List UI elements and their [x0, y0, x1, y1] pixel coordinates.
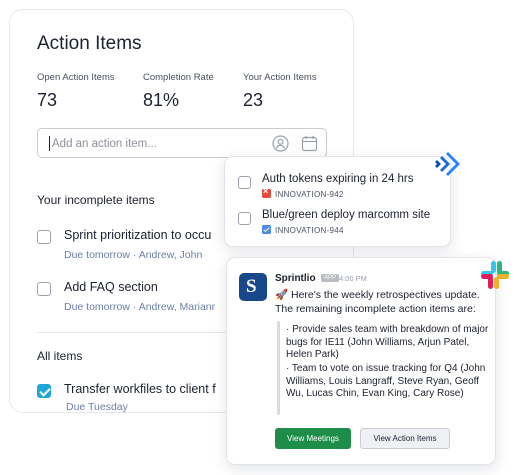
stat-your-action-items: Your Action Items 23 [243, 72, 317, 111]
stat-value: 73 [37, 90, 58, 110]
issue-key[interactable]: INNOVATION-944 [262, 225, 344, 235]
jira-logo-icon [435, 152, 460, 176]
item-meta: Due tomorrow · Andrew, Marianr [64, 301, 216, 313]
issue-title[interactable]: Blue/green deploy marcomm site [262, 209, 430, 221]
message-intro: 🚀 Here's the weekly retrospectives updat… [275, 289, 480, 315]
item-meta: Due tomorrow · Andrew, John [64, 249, 203, 261]
item-checkbox[interactable] [37, 230, 51, 244]
slack-message-card: Sprintlio APP 4:00 PM 🚀 Here's the weekl… [226, 257, 496, 465]
text-caret [49, 136, 50, 151]
item-checkbox[interactable] [37, 282, 51, 296]
quote-item: · Provide sales team with breakdown of m… [286, 324, 489, 360]
calendar-icon[interactable] [301, 135, 318, 152]
app-avatar [239, 273, 267, 301]
stat-label: Open Action Items [37, 72, 115, 83]
issue-key[interactable]: INNOVATION-942 [262, 186, 344, 199]
issue-title[interactable]: Auth tokens expiring in 24 hrs [262, 173, 414, 185]
add-action-item-field [37, 128, 327, 158]
slack-logo-icon [481, 261, 509, 289]
bug-issue-icon [262, 186, 271, 198]
issue-checkbox[interactable] [238, 176, 251, 189]
page-title: Action Items [37, 33, 142, 54]
assign-user-icon[interactable] [272, 135, 289, 152]
app-badge: APP [321, 274, 340, 282]
jira-issues-card: Auth tokens expiring in 24 hrs INNOVATIO… [224, 156, 451, 247]
item-title[interactable]: Sprint prioritization to occu [64, 228, 211, 242]
stat-value: 23 [243, 90, 264, 110]
incomplete-items-heading: Your incomplete items [37, 193, 155, 207]
issue-key-label: INNOVATION-942 [275, 190, 344, 199]
stat-label: Your Action Items [243, 72, 317, 83]
stat-open-action-items: Open Action Items 73 [37, 72, 115, 111]
stat-value: 81% [143, 90, 180, 110]
issue-checkbox[interactable] [238, 212, 251, 225]
stat-completion-rate: Completion Rate 81% [143, 72, 214, 111]
view-action-items-button[interactable]: View Action Items [360, 428, 450, 449]
all-items-heading: All items [37, 349, 83, 363]
quote-item: · Team to vote on issue tracking for Q4 … [286, 363, 486, 399]
message-timestamp: 4:00 PM [339, 274, 367, 283]
task-issue-icon [262, 225, 271, 234]
view-meetings-button[interactable]: View Meetings [275, 428, 351, 449]
app-name[interactable]: Sprintlio [275, 273, 316, 284]
item-meta: Due Tuesday [66, 401, 128, 413]
add-action-item-input[interactable] [52, 133, 262, 154]
item-title[interactable]: Transfer workfiles to client f [64, 382, 216, 396]
quote-bar [277, 321, 280, 415]
item-checkbox-checked[interactable] [37, 384, 51, 398]
issue-key-label: INNOVATION-944 [275, 226, 344, 235]
item-title[interactable]: Add FAQ section [64, 280, 158, 294]
stat-label: Completion Rate [143, 72, 214, 83]
